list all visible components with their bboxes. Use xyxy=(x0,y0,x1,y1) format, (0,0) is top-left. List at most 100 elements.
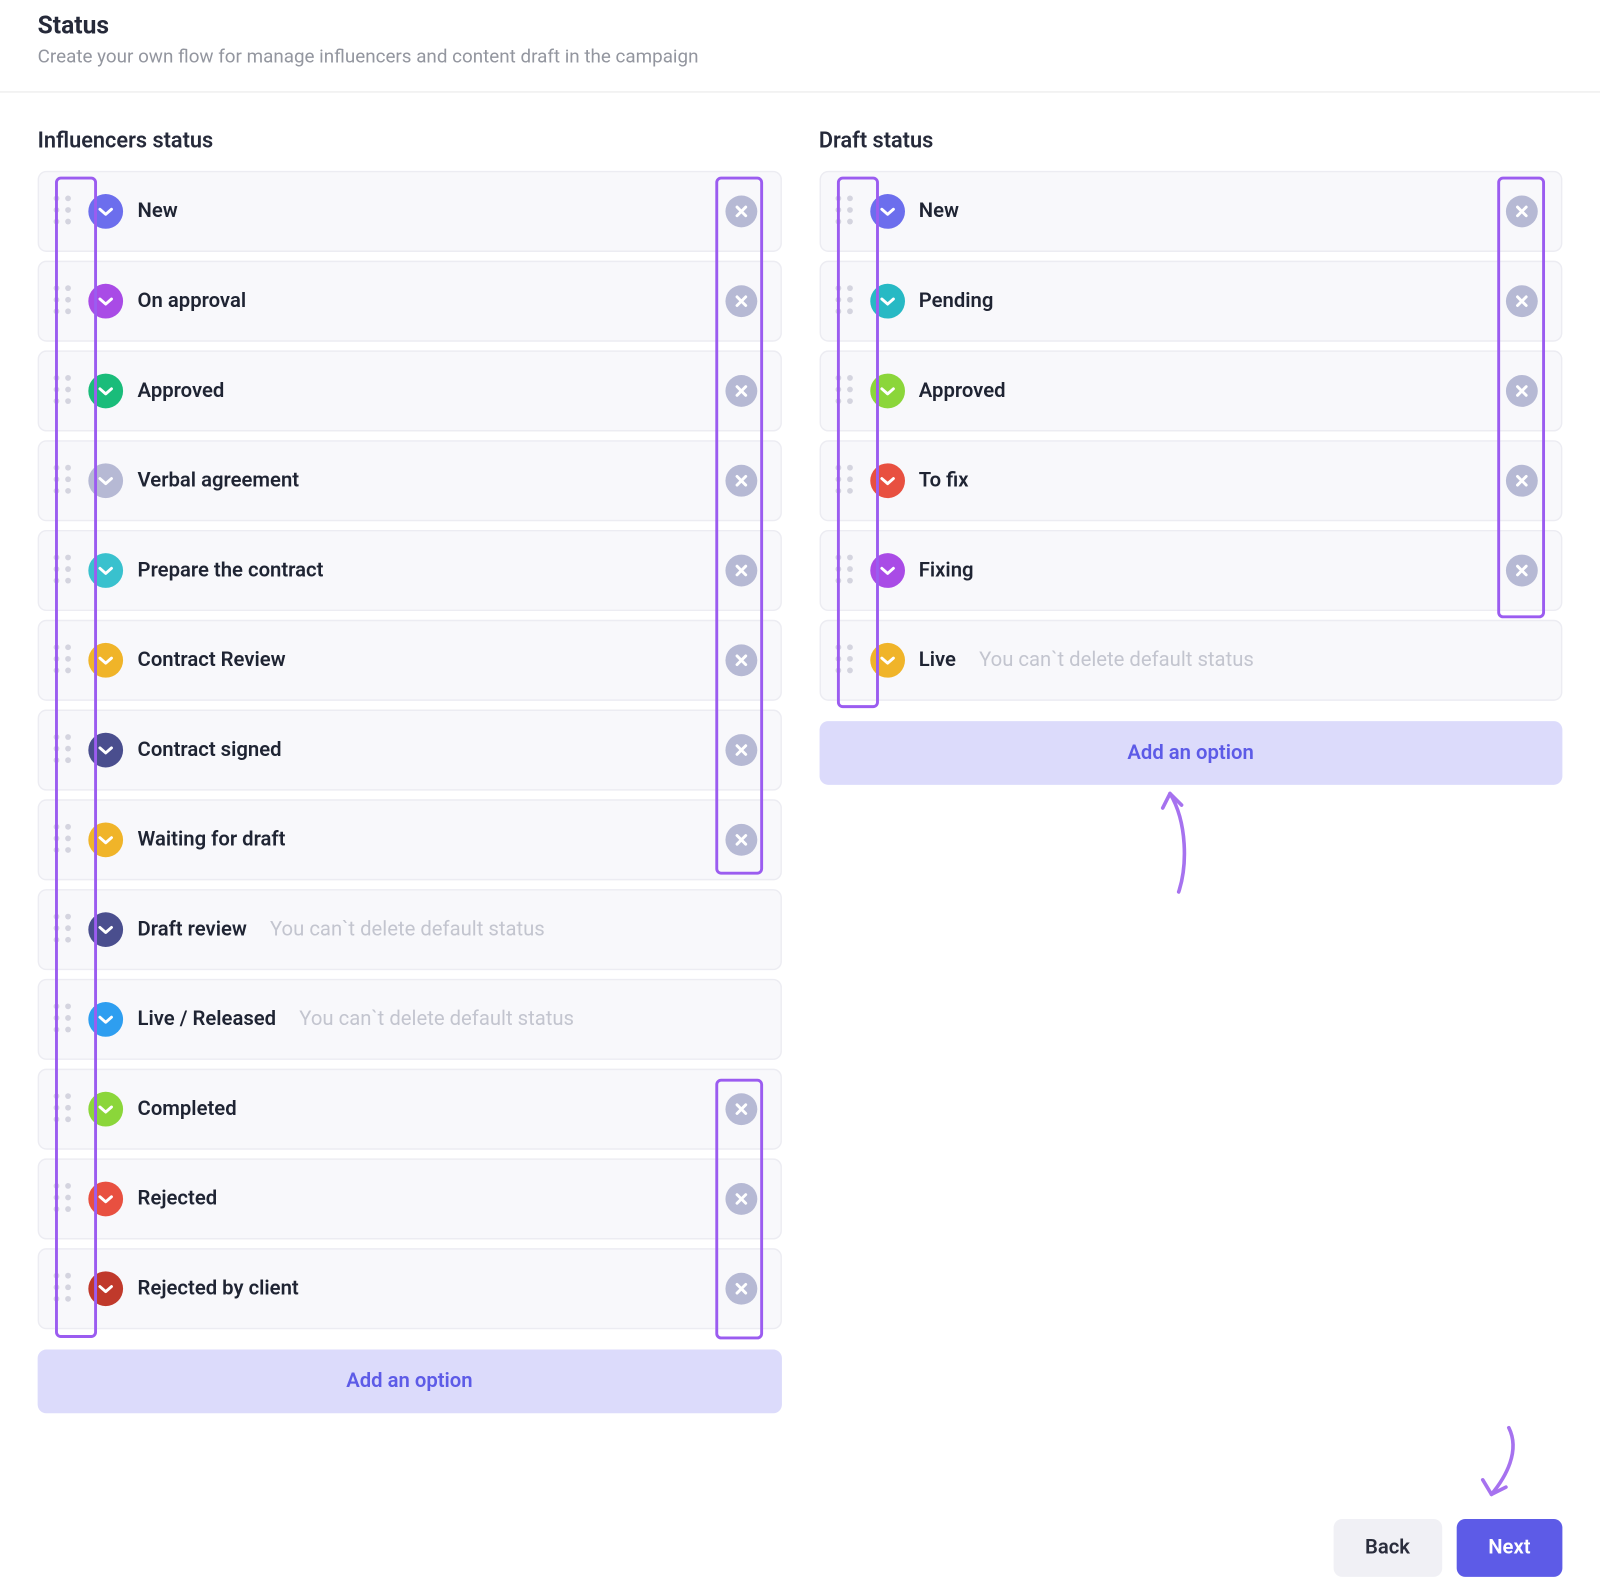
drag-handle[interactable] xyxy=(835,285,855,317)
page-header: Status Create your own flow for manage i… xyxy=(0,0,1600,93)
drag-handle[interactable] xyxy=(54,555,74,587)
status-color-icon[interactable] xyxy=(870,463,905,498)
status-color-icon[interactable] xyxy=(88,1002,123,1037)
status-color-icon[interactable] xyxy=(870,284,905,319)
footer-actions: Back Next xyxy=(1333,1519,1562,1577)
delete-status-button[interactable] xyxy=(725,465,757,497)
status-color-icon[interactable] xyxy=(88,463,123,498)
drag-handle[interactable] xyxy=(835,375,855,407)
delete-status-button[interactable] xyxy=(725,824,757,856)
status-label: To fix xyxy=(919,469,969,492)
status-color-icon[interactable] xyxy=(88,194,123,229)
status-label: Contract Review xyxy=(138,649,286,672)
next-button-label: Next xyxy=(1488,1536,1530,1559)
status-item: Prepare the contract xyxy=(38,530,782,611)
status-color-icon[interactable] xyxy=(870,553,905,588)
drag-handle[interactable] xyxy=(835,465,855,497)
draft-list: New Pending Approved To fix Fixing Live You ca… xyxy=(819,171,1563,701)
status-item: Approved xyxy=(819,350,1563,431)
drag-handle[interactable] xyxy=(54,285,74,317)
status-color-icon[interactable] xyxy=(88,1182,123,1217)
delete-status-button[interactable] xyxy=(725,1273,757,1305)
status-item: Pending xyxy=(819,261,1563,342)
drag-handle[interactable] xyxy=(54,1093,74,1125)
status-color-icon[interactable] xyxy=(88,643,123,678)
delete-status-button[interactable] xyxy=(725,375,757,407)
delete-status-button[interactable] xyxy=(725,555,757,587)
influencers-list: New On approval Approved Verbal agreement Pr… xyxy=(38,171,782,1329)
delete-status-button[interactable] xyxy=(1506,375,1538,407)
drag-handle[interactable] xyxy=(54,1183,74,1215)
status-item: On approval xyxy=(38,261,782,342)
status-item: Contract Review xyxy=(38,620,782,701)
status-label: Live xyxy=(919,649,956,672)
status-color-icon[interactable] xyxy=(88,284,123,319)
delete-status-button[interactable] xyxy=(1506,465,1538,497)
add-influencers-option-button[interactable]: Add an option xyxy=(38,1350,782,1414)
status-color-icon[interactable] xyxy=(870,374,905,409)
status-item: Verbal agreement xyxy=(38,440,782,521)
page-subtitle: Create your own flow for manage influenc… xyxy=(38,46,1563,68)
next-button[interactable]: Next xyxy=(1456,1519,1562,1577)
status-item: Waiting for draft xyxy=(38,799,782,880)
status-item: Approved xyxy=(38,350,782,431)
drag-handle[interactable] xyxy=(54,375,74,407)
add-draft-option-button[interactable]: Add an option xyxy=(819,721,1563,785)
status-label: New xyxy=(138,200,178,223)
status-note: You can`t delete default status xyxy=(979,649,1254,672)
status-item: Live / Released You can`t delete default … xyxy=(38,979,782,1060)
delete-status-button[interactable] xyxy=(725,285,757,317)
drag-handle[interactable] xyxy=(54,734,74,766)
drag-handle[interactable] xyxy=(54,195,74,227)
drag-handle[interactable] xyxy=(54,465,74,497)
status-color-icon[interactable] xyxy=(870,194,905,229)
status-label: Live / Released xyxy=(138,1008,277,1031)
status-label: Draft review xyxy=(138,918,247,941)
status-color-icon[interactable] xyxy=(88,733,123,768)
drag-handle[interactable] xyxy=(835,195,855,227)
drag-handle[interactable] xyxy=(54,1003,74,1035)
status-label: Contract signed xyxy=(138,738,282,761)
delete-status-button[interactable] xyxy=(725,644,757,676)
drag-handle[interactable] xyxy=(54,644,74,676)
status-color-icon[interactable] xyxy=(870,643,905,678)
delete-status-button[interactable] xyxy=(725,734,757,766)
drag-handle[interactable] xyxy=(835,644,855,676)
status-color-icon[interactable] xyxy=(88,553,123,588)
status-label: Approved xyxy=(919,379,1006,402)
status-item: Draft reviewYou can`t delete default sta… xyxy=(38,889,782,970)
drag-handle[interactable] xyxy=(54,824,74,856)
status-color-icon[interactable] xyxy=(88,912,123,947)
status-label: Rejected xyxy=(138,1187,218,1210)
status-item: Rejected by client xyxy=(38,1248,782,1329)
drag-handle[interactable] xyxy=(54,914,74,946)
draft-column: Draft status New Pending Approved To fix Fix… xyxy=(819,127,1563,1413)
back-button[interactable]: Back xyxy=(1333,1519,1442,1577)
status-item: Completed xyxy=(38,1069,782,1150)
status-label: Rejected by client xyxy=(138,1277,299,1300)
drag-handle[interactable] xyxy=(54,1273,74,1305)
status-label: Verbal agreement xyxy=(138,469,300,492)
status-label: Fixing xyxy=(919,559,974,582)
status-item: New xyxy=(819,171,1563,252)
status-item: To fix xyxy=(819,440,1563,521)
status-color-icon[interactable] xyxy=(88,374,123,409)
status-label: Pending xyxy=(919,290,994,313)
status-note: You can`t delete default status xyxy=(299,1008,574,1031)
delete-status-button[interactable] xyxy=(725,1183,757,1215)
status-color-icon[interactable] xyxy=(88,1092,123,1127)
delete-status-button[interactable] xyxy=(725,195,757,227)
delete-status-button[interactable] xyxy=(1506,555,1538,587)
status-color-icon[interactable] xyxy=(88,822,123,857)
drag-handle[interactable] xyxy=(835,555,855,587)
status-label: Approved xyxy=(138,379,225,402)
delete-status-button[interactable] xyxy=(1506,285,1538,317)
status-item: Rejected xyxy=(38,1158,782,1239)
draft-heading: Draft status xyxy=(819,127,1563,153)
delete-status-button[interactable] xyxy=(1506,195,1538,227)
delete-status-button[interactable] xyxy=(725,1093,757,1125)
status-item: Contract signed xyxy=(38,710,782,791)
add-option-label: Add an option xyxy=(1127,741,1253,764)
status-item: Fixing xyxy=(819,530,1563,611)
status-color-icon[interactable] xyxy=(88,1271,123,1306)
